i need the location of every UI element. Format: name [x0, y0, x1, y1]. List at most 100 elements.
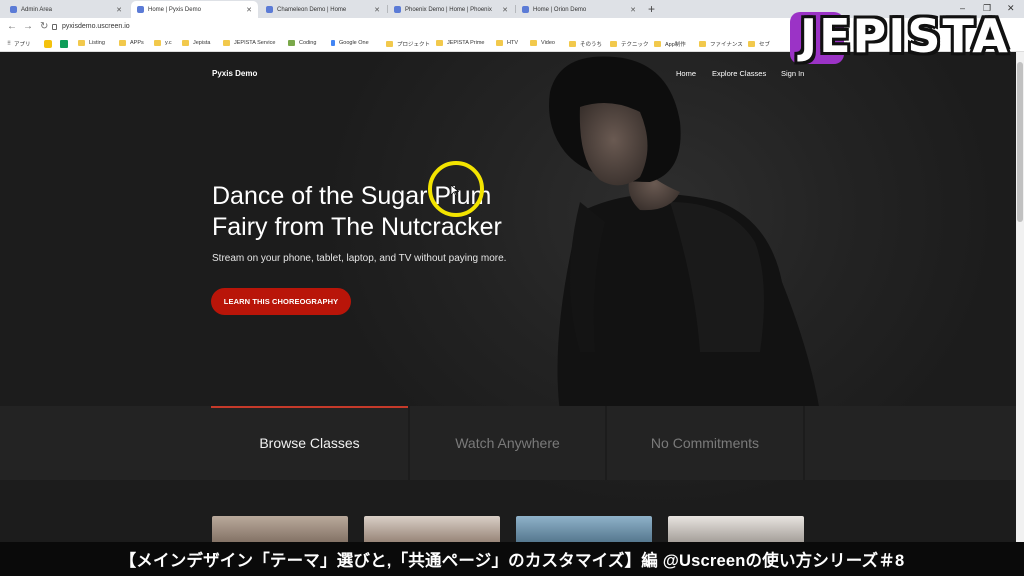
web-page: Pyxis Demo Home Explore Classes Sign In … — [0, 52, 1024, 542]
new-tab-plus-icon[interactable]: + — [648, 1, 655, 17]
lock-icon — [52, 24, 57, 30]
bookmark-label: App制作 — [665, 42, 686, 48]
folder-icon — [569, 41, 576, 47]
folder-icon — [182, 40, 189, 46]
bookmark-label: アプリ — [14, 42, 31, 48]
tab-favicon-icon — [394, 6, 401, 13]
reload-icon[interactable]: ↻ — [40, 21, 48, 33]
folder-icon — [748, 41, 755, 47]
class-thumbnail[interactable] — [516, 516, 652, 542]
apps-grid-icon: ⠿ — [7, 41, 12, 47]
feature-no-commitments[interactable]: No Commitments — [607, 406, 803, 480]
folder-icon — [119, 40, 126, 46]
tab-favicon-icon — [522, 6, 529, 13]
bookmark-video[interactable]: Video — [530, 40, 555, 46]
close-icon[interactable]: ✕ — [502, 6, 508, 14]
coding-icon — [288, 40, 295, 46]
bookmark-label: HTV — [507, 40, 518, 46]
url-field[interactable]: pyxisdemo.uscreen.io — [62, 23, 130, 30]
tab-pyxis-demo[interactable]: Home | Pyxis Demo ✕ — [131, 1, 258, 18]
bookmark-label: セブ — [759, 42, 771, 48]
class-thumbnail[interactable] — [212, 516, 348, 542]
tab-title: Admin Area — [21, 6, 53, 13]
mouse-pointer-icon — [451, 185, 459, 197]
folder-icon — [223, 40, 230, 46]
bookmark-sonouchi[interactable]: そのうち — [569, 40, 602, 48]
tab-title: Chameleon Demo | Home — [277, 6, 347, 13]
tab-favicon-icon — [266, 6, 273, 13]
bookmark-label: Listing — [89, 40, 105, 46]
bookmark-jepista-service[interactable]: JEPISTA Service — [223, 40, 275, 46]
bookmark-label: APPs — [130, 40, 144, 46]
folder-icon — [436, 40, 443, 46]
bookmark-coding[interactable]: Coding — [288, 40, 316, 46]
class-thumbnail[interactable] — [364, 516, 500, 542]
feature-browse-classes[interactable]: Browse Classes — [211, 406, 408, 480]
bookmark-jepista[interactable]: Jepista — [182, 40, 210, 46]
bookmark-sebu[interactable]: セブ — [748, 40, 770, 48]
bookmark-green-icon[interactable] — [60, 40, 72, 48]
bookmark-yellow-icon[interactable] — [44, 40, 56, 48]
bookmark-apps-folder[interactable]: APPs — [119, 40, 144, 46]
back-arrow-icon[interactable]: ← — [7, 21, 17, 33]
dancer-hero-image — [549, 56, 820, 412]
nav-explore-classes[interactable]: Explore Classes — [712, 69, 766, 78]
hero-subtitle: Stream on your phone, tablet, laptop, an… — [212, 253, 507, 264]
bookmark-apps[interactable]: ⠿ アプリ — [7, 40, 31, 48]
tab-favicon-icon — [137, 6, 144, 13]
bookmark-label: y.c — [165, 40, 172, 46]
close-icon[interactable]: ✕ — [116, 6, 122, 14]
bookmark-label: Google One — [339, 40, 369, 46]
bookmark-label: JEPISTA Prime — [447, 40, 485, 46]
learn-choreography-button[interactable]: LEARN THIS CHOREOGRAPHY — [211, 288, 351, 315]
bookmark-app-dev[interactable]: App制作 — [654, 40, 686, 48]
tab-phoenix-demo[interactable]: Phoenix Demo | Home | Phoenix ✕ — [388, 1, 514, 18]
tab-favicon-icon — [10, 6, 17, 13]
bookmark-sheets-icon — [60, 40, 68, 48]
nav-home[interactable]: Home — [676, 69, 696, 78]
screen: Admin Area ✕ Home | Pyxis Demo ✕ Chamele… — [0, 0, 1024, 576]
folder-icon — [699, 41, 706, 47]
bookmark-yc[interactable]: y.c — [154, 40, 172, 46]
folder-icon — [654, 41, 661, 47]
bookmark-label: Jepista — [193, 40, 211, 46]
hero-title: Dance of the Sugar Plum Fairy from The N… — [212, 182, 502, 241]
tab-admin-area[interactable]: Admin Area ✕ — [4, 1, 128, 18]
close-icon[interactable]: ✕ — [630, 6, 636, 14]
close-icon[interactable]: ✕ — [246, 6, 252, 14]
folder-icon — [78, 40, 85, 46]
feature-tabs: Browse Classes Watch Anywhere No Commitm… — [0, 406, 1024, 480]
bookmark-technique[interactable]: テクニック — [610, 40, 649, 48]
bookmark-label: テクニック — [621, 42, 649, 48]
bookmark-label: Video — [541, 40, 555, 46]
bookmark-htv[interactable]: HTV — [496, 40, 518, 46]
tab-chameleon-demo[interactable]: Chameleon Demo | Home ✕ — [260, 1, 386, 18]
feature-watch-anywhere[interactable]: Watch Anywhere — [410, 406, 605, 480]
scrollbar-thumb[interactable] — [1017, 62, 1023, 222]
tab-title: Phoenix Demo | Home | Phoenix — [405, 6, 492, 13]
site-logo[interactable]: Pyxis Demo — [212, 69, 257, 78]
bookmark-label: そのうち — [580, 42, 603, 48]
bookmark-label: Coding — [299, 40, 317, 46]
bookmark-label: プロジェクト — [397, 42, 431, 48]
folder-icon — [386, 41, 393, 47]
close-icon[interactable]: ✕ — [374, 6, 380, 14]
bookmark-finance[interactable]: ファイナンス — [699, 40, 743, 48]
class-thumbnail[interactable] — [668, 516, 804, 542]
bookmark-listing[interactable]: Listing — [78, 40, 105, 46]
bookmark-project[interactable]: プロジェクト — [386, 40, 430, 48]
tab-title: Home | Orion Demo — [533, 6, 587, 13]
folder-icon — [496, 40, 503, 46]
feature-divider — [803, 406, 805, 480]
bookmark-jepista-prime[interactable]: JEPISTA Prime — [436, 40, 485, 46]
video-caption: 【メインデザイン「テーマ」選びと,「共通ページ」のカスタマイズ】編 @Uscre… — [0, 542, 1024, 576]
channel-logo-text: JEPISTA — [800, 9, 1010, 63]
folder-icon — [610, 41, 617, 47]
nav-sign-in[interactable]: Sign In — [781, 69, 804, 78]
folder-icon — [530, 40, 537, 46]
forward-arrow-icon[interactable]: → — [23, 21, 33, 33]
bookmark-google-one[interactable]: Google One — [331, 40, 369, 46]
folder-icon — [154, 40, 161, 46]
tab-orion-demo[interactable]: Home | Orion Demo ✕ — [516, 1, 642, 18]
bookmark-keep-icon — [44, 40, 52, 48]
